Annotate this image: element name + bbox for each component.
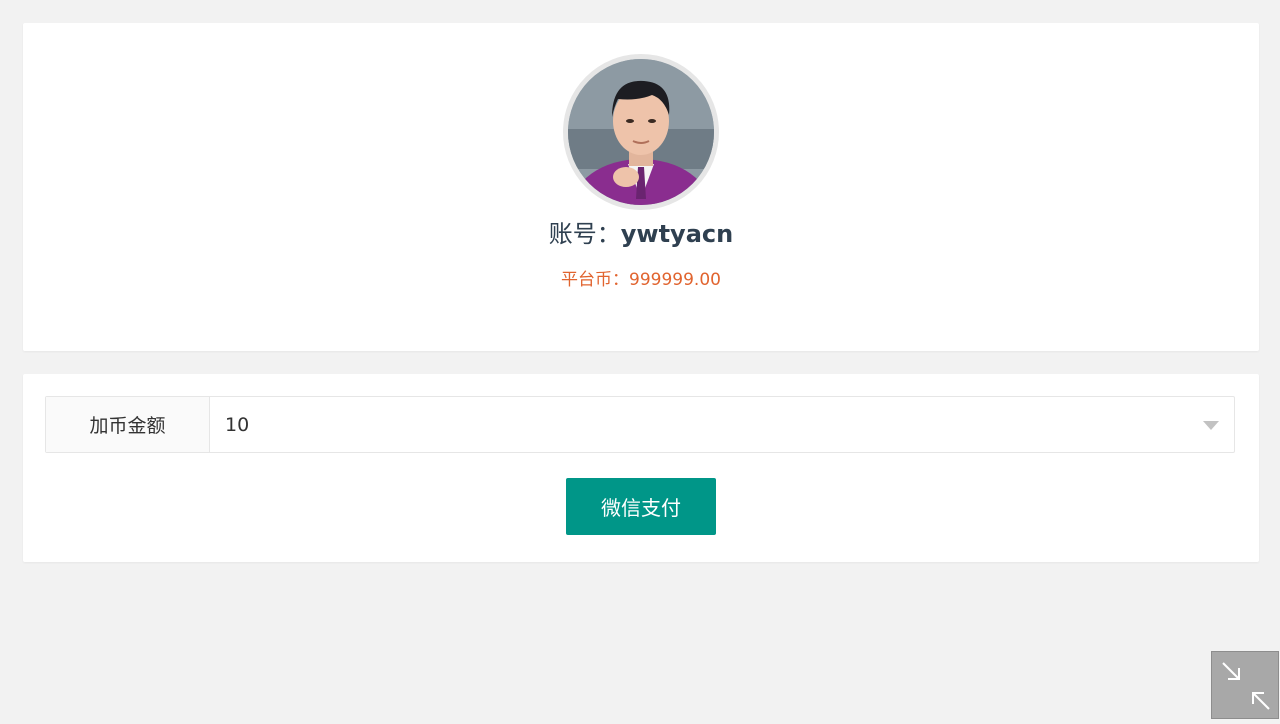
chevron-down-icon [1203,421,1219,430]
balance-line: 平台币：999999.00 [23,269,1259,291]
username: ywtyacn [620,220,734,248]
balance-value: 999999.00 [629,270,721,290]
profile-card: 账号：ywtyacn 平台币：999999.00 [23,23,1259,351]
collapse-arrows-icon[interactable] [1211,651,1279,719]
amount-label: 加币金额 [46,397,210,452]
avatar [563,54,719,210]
amount-form-row: 加币金额 10 [45,396,1235,453]
recharge-card: 加币金额 10 微信支付 [23,374,1259,562]
balance-label: 平台币： [561,270,630,290]
wechat-pay-button[interactable]: 微信支付 [566,478,716,535]
account-line: 账号：ywtyacn [23,219,1259,249]
avatar-image [568,59,714,205]
amount-select[interactable]: 10 [210,397,1234,452]
amount-selected-value: 10 [225,413,250,436]
account-label: 账号： [548,220,621,248]
